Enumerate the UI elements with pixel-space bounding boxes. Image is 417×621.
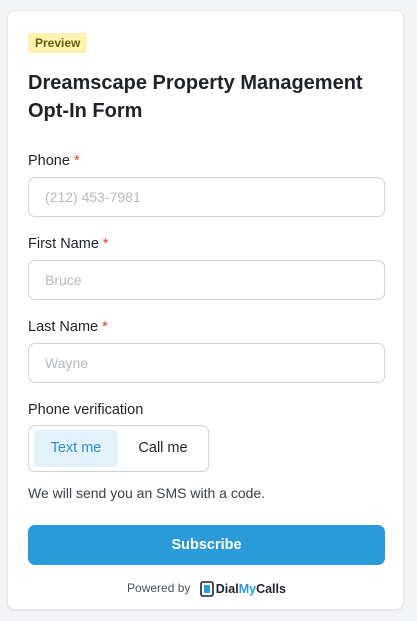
phone-label-text: Phone	[28, 153, 70, 169]
call-me-option[interactable]: Call me	[121, 430, 205, 467]
first-name-label-text: First Name	[28, 236, 99, 252]
required-asterisk: *	[102, 236, 109, 252]
subscribe-button[interactable]: Subscribe	[28, 525, 385, 565]
required-asterisk: *	[73, 153, 80, 169]
verification-method-toggle: Text me Call me	[28, 425, 209, 472]
preview-badge: Preview	[28, 33, 88, 53]
phone-input[interactable]	[28, 177, 385, 217]
dialmycalls-logo-icon	[199, 581, 214, 597]
text-me-option[interactable]: Text me	[34, 430, 118, 467]
brand-dial-text: Dial	[215, 581, 239, 596]
last-name-input[interactable]	[28, 343, 385, 383]
verification-hint: We will send you an SMS with a code.	[28, 485, 266, 501]
opt-in-form-card: Preview Dreamscape Property Management O…	[7, 10, 404, 610]
required-asterisk: *	[102, 319, 108, 335]
form-title: Dreamscape Property Management Opt-In Fo…	[28, 72, 363, 122]
last-name-label-text: Last Name	[28, 319, 99, 335]
phone-verification-label: Phone verification	[28, 402, 144, 418]
phone-label: Phone *	[28, 152, 80, 170]
brand-calls-text: Calls	[256, 581, 286, 596]
powered-by-footer: Powered by Dial My Calls	[8, 579, 405, 598]
first-name-input[interactable]	[28, 260, 385, 300]
brand-my-text: My	[238, 581, 257, 596]
powered-by-text: Powered by	[127, 581, 191, 595]
dialmycalls-brand[interactable]: Dial My Calls	[199, 580, 286, 598]
last-name-label: Last Name *	[28, 318, 108, 336]
first-name-label: First Name *	[28, 235, 109, 253]
